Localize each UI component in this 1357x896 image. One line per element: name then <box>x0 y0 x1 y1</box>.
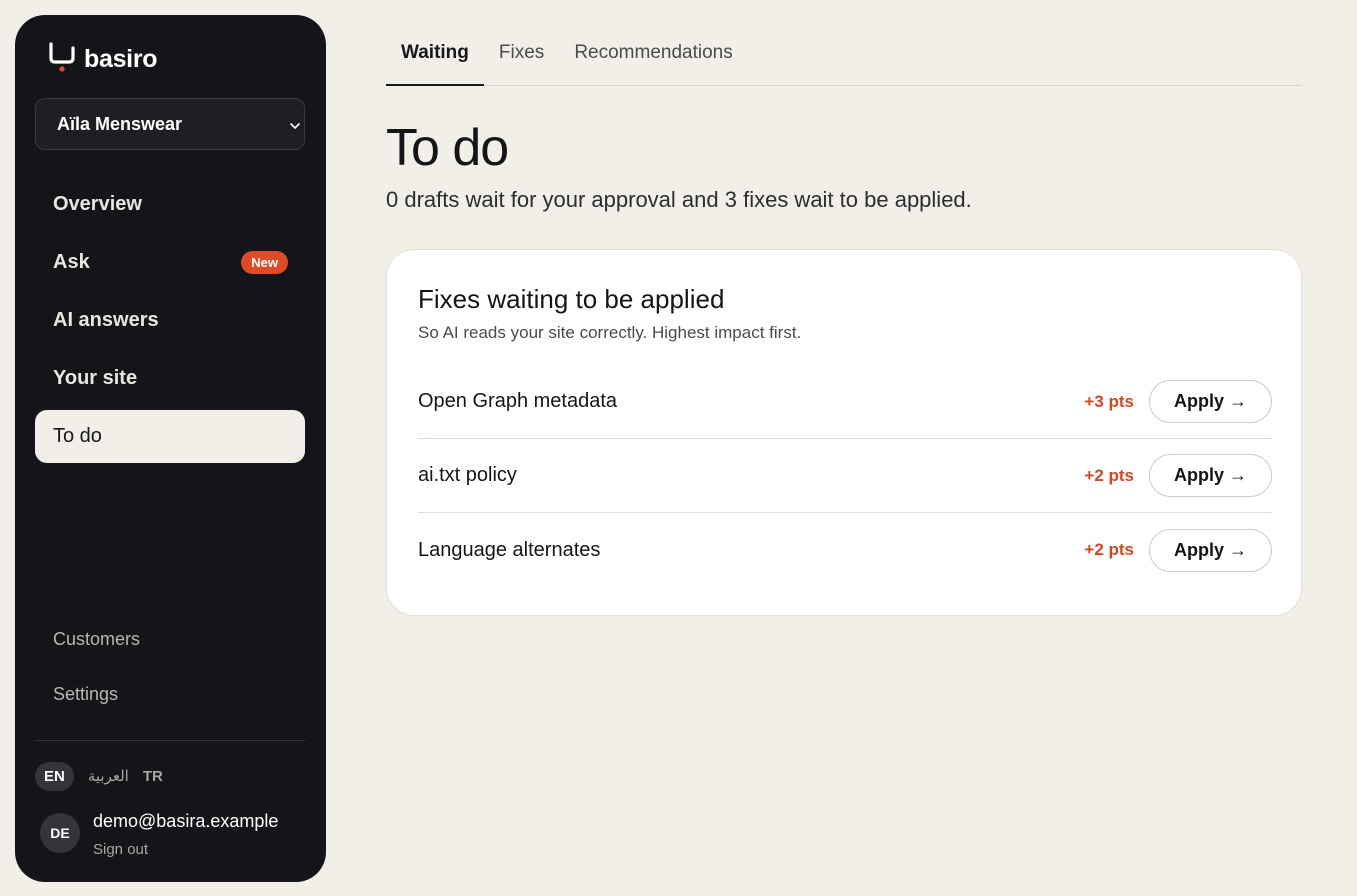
page-title: To do <box>386 119 509 177</box>
fix-name: Open Graph metadata <box>418 390 618 412</box>
fix-row: Language alternates +2 pts Apply → <box>418 513 1272 587</box>
nav-item-label: Your site <box>53 367 138 389</box>
apply-button[interactable]: Apply → <box>1149 380 1272 423</box>
main-nav: Overview Ask New AI answers Your site To… <box>35 178 305 468</box>
card-title: Fixes waiting to be applied <box>418 284 725 314</box>
language-en[interactable]: EN <box>35 761 74 791</box>
nav-item-label: AI answers <box>53 309 159 331</box>
fix-name: Language alternates <box>418 538 601 561</box>
fix-row: Open Graph metadata +3 pts Apply → <box>418 365 1272 439</box>
brand-logo[interactable]: basiro <box>48 42 158 73</box>
nav-item-your-site[interactable]: Your site <box>35 352 305 405</box>
nav-item-ask[interactable]: Ask New <box>35 236 305 289</box>
nav-item-label: Overview <box>53 193 142 215</box>
brand-name: basiro <box>84 45 158 73</box>
account-panel: DE demo@basira.example Sign out <box>40 811 278 858</box>
tab-bar: Waiting Fixes Recommendations <box>386 28 1302 86</box>
secondary-nav: Customers Settings <box>35 615 305 725</box>
sign-out-link[interactable]: Sign out <box>93 841 278 858</box>
workspace-name: Aïla Menswear <box>57 113 183 134</box>
nav-item-overview[interactable]: Overview <box>35 178 305 231</box>
avatar: DE <box>40 813 80 853</box>
nav-item-label: Ask <box>53 251 90 273</box>
nav-item-settings[interactable]: Settings <box>35 670 305 719</box>
apply-button[interactable]: Apply → <box>1149 454 1272 497</box>
language-ar[interactable]: العربية <box>88 761 129 791</box>
fix-points: +3 pts <box>1084 391 1134 411</box>
basiro-logo-icon <box>48 42 76 72</box>
workspace-selector[interactable]: Aïla Menswear <box>35 98 305 150</box>
tab-recommendations[interactable]: Recommendations <box>559 28 747 85</box>
page-subtitle: 0 drafts wait for your approval and 3 fi… <box>386 187 972 212</box>
fix-list: Open Graph metadata +3 pts Apply → ai.tx… <box>418 365 1272 587</box>
tab-waiting[interactable]: Waiting <box>386 28 484 86</box>
fix-points: +2 pts <box>1084 540 1134 559</box>
nav-item-customers[interactable]: Customers <box>35 615 305 664</box>
language-switcher: EN العربية TR <box>35 761 163 791</box>
fix-row: ai.txt policy +2 pts Apply → <box>418 439 1272 513</box>
sidebar-divider <box>35 740 305 741</box>
chevron-down-icon <box>288 117 302 131</box>
sidebar: basiro Aïla Menswear Overview Ask New AI… <box>15 15 326 882</box>
card-subtitle: So AI reads your site correctly. Highest… <box>418 323 802 342</box>
tab-fixes[interactable]: Fixes <box>484 28 559 85</box>
nav-item-label: To do <box>53 425 102 447</box>
account-email: demo@basira.example <box>93 811 279 831</box>
apply-button[interactable]: Apply → <box>1149 528 1272 572</box>
fix-name: ai.txt policy <box>418 464 517 486</box>
fix-points: +2 pts <box>1084 465 1134 485</box>
language-tr[interactable]: TR <box>143 762 163 791</box>
nav-item-ai-answers[interactable]: AI answers <box>35 294 305 347</box>
fixes-card: Fixes waiting to be applied So AI reads … <box>386 249 1302 616</box>
nav-item-to-do[interactable]: To do <box>35 410 305 463</box>
new-badge: New <box>241 251 288 274</box>
